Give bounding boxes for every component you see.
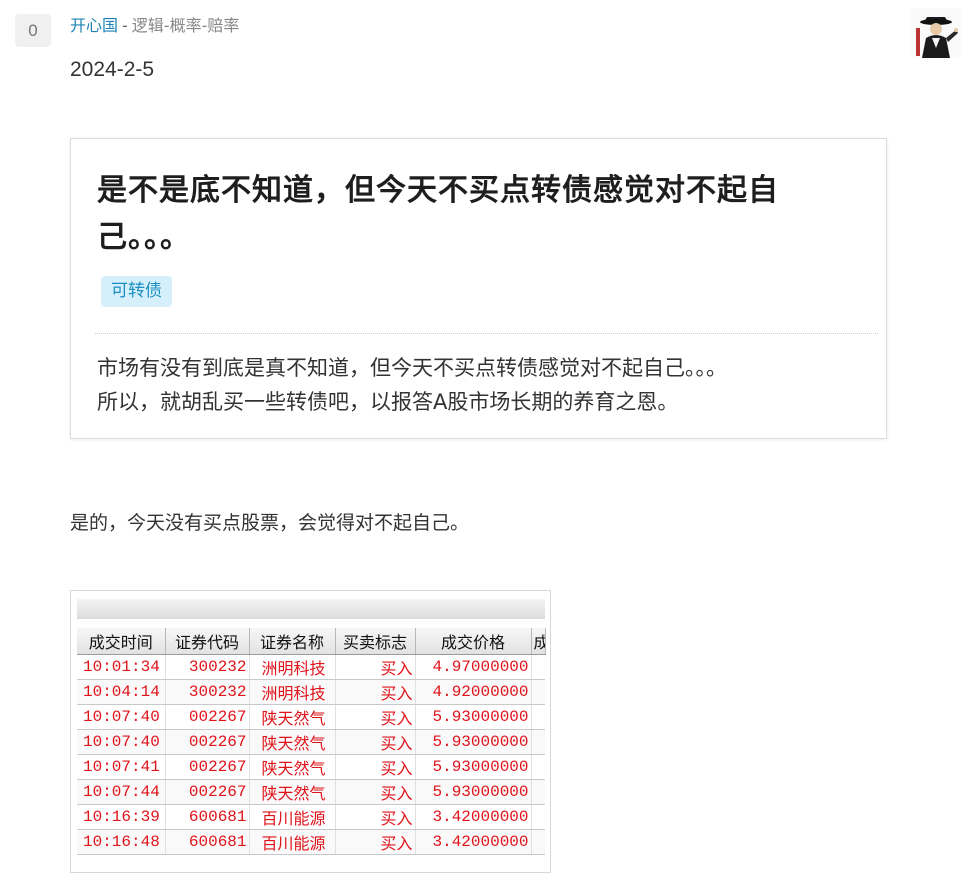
cell-name: 陕天然气 [249, 779, 336, 805]
avatar-image-icon [910, 8, 962, 58]
category-link[interactable]: 逻辑-概率-赔率 [132, 16, 240, 35]
cell-side: 买入 [335, 729, 416, 755]
trade-table: 成交时间 证券代码 证券名称 买卖标志 成交价格 成 10:01:34 3002… [77, 628, 546, 855]
cell-price: 5.93000000 [415, 779, 532, 805]
cell-time: 10:16:39 [77, 804, 166, 830]
cell-extra [531, 654, 545, 680]
cell-code: 300232 [165, 654, 250, 680]
tag-convertible-bond[interactable]: 可转债 [101, 276, 172, 307]
trade-screenshot[interactable]: 成交时间 证券代码 证券名称 买卖标志 成交价格 成 10:01:34 3002… [70, 590, 551, 873]
cell-side: 买入 [335, 654, 416, 680]
cell-side: 买入 [335, 829, 416, 855]
cell-extra [531, 729, 545, 755]
post-date: 2024-2-5 [70, 58, 155, 81]
quoted-post-excerpt: 市场有没有到底是真不知道，但今天不买点转债感觉对不起自己。。。 所以，就胡乱买一… [97, 351, 877, 419]
cell-price: 3.42000000 [415, 804, 532, 830]
column-header-side[interactable]: 买卖标志 [335, 628, 416, 655]
author-link[interactable]: 开心国 [70, 16, 118, 35]
cell-side: 买入 [335, 779, 416, 805]
vote-count-button[interactable]: 0 [15, 14, 51, 47]
quoted-post-title[interactable]: 是不是底不知道，但今天不买点转债感觉对不起自己。。。 [97, 167, 857, 261]
cell-time: 10:01:34 [77, 654, 166, 680]
screenshot-toolbar [77, 599, 545, 619]
cell-side: 买入 [335, 679, 416, 705]
column-header-extra[interactable]: 成 [531, 628, 546, 655]
cell-extra [531, 829, 545, 855]
excerpt-line: 市场有没有到底是真不知道，但今天不买点转债感觉对不起自己。。。 [97, 356, 727, 380]
cell-time: 10:16:48 [77, 829, 166, 855]
cell-price: 5.93000000 [415, 729, 532, 755]
column-header-price[interactable]: 成交价格 [415, 628, 532, 655]
cell-code: 300232 [165, 679, 250, 705]
cell-time: 10:07:41 [77, 754, 166, 780]
table-row[interactable]: 10:04:14 300232 洲明科技 买入 4.92000000 [77, 679, 545, 705]
cell-side: 买入 [335, 754, 416, 780]
table-row[interactable]: 10:07:40 002267 陕天然气 买入 5.93000000 [77, 729, 545, 755]
cell-time: 10:07:40 [77, 704, 166, 730]
table-row[interactable]: 10:16:39 600681 百川能源 买入 3.42000000 [77, 804, 545, 830]
cell-time: 10:07:40 [77, 729, 166, 755]
cell-name: 陕天然气 [249, 729, 336, 755]
cell-price: 5.93000000 [415, 704, 532, 730]
cell-name: 洲明科技 [249, 654, 336, 680]
cell-extra [531, 779, 545, 805]
cell-price: 4.92000000 [415, 679, 532, 705]
cell-code: 002267 [165, 754, 250, 780]
cell-price: 4.97000000 [415, 654, 532, 680]
cell-time: 10:04:14 [77, 679, 166, 705]
quoted-post-card[interactable]: 是不是底不知道，但今天不买点转债感觉对不起自己。。。 可转债 市场有没有到底是真… [70, 138, 887, 439]
cell-extra [531, 804, 545, 830]
cell-side: 买入 [335, 804, 416, 830]
table-row[interactable]: 10:07:40 002267 陕天然气 买入 5.93000000 [77, 704, 545, 730]
reply-text: 是的，今天没有买点股票，会觉得对不起自己。 [70, 512, 470, 534]
cell-time: 10:07:44 [77, 779, 166, 805]
cell-code: 600681 [165, 804, 250, 830]
cell-name: 陕天然气 [249, 754, 336, 780]
excerpt-line: 所以，就胡乱买一些转债吧，以报答A股市场长期的养育之恩。 [97, 390, 679, 414]
cell-code: 002267 [165, 779, 250, 805]
table-row[interactable]: 10:16:48 600681 百川能源 买入 3.42000000 [77, 829, 545, 855]
cell-extra [531, 679, 545, 705]
table-row[interactable]: 10:01:34 300232 洲明科技 买入 4.97000000 [77, 654, 545, 680]
header-separator: - [122, 16, 128, 35]
cell-name: 陕天然气 [249, 704, 336, 730]
post-header: 开心国 - 逻辑-概率-赔率 [70, 15, 239, 37]
cell-side: 买入 [335, 704, 416, 730]
column-header-time[interactable]: 成交时间 [77, 628, 166, 655]
cell-extra [531, 704, 545, 730]
cell-price: 3.42000000 [415, 829, 532, 855]
table-header-row: 成交时间 证券代码 证券名称 买卖标志 成交价格 成 [77, 628, 546, 655]
table-row[interactable]: 10:07:41 002267 陕天然气 买入 5.93000000 [77, 754, 545, 780]
cell-code: 002267 [165, 729, 250, 755]
cell-name: 百川能源 [249, 829, 336, 855]
table-row[interactable]: 10:07:44 002267 陕天然气 买入 5.93000000 [77, 779, 545, 805]
cell-code: 002267 [165, 704, 250, 730]
cell-extra [531, 754, 545, 780]
cell-name: 百川能源 [249, 804, 336, 830]
column-header-name[interactable]: 证券名称 [249, 628, 336, 655]
cell-name: 洲明科技 [249, 679, 336, 705]
cell-price: 5.93000000 [415, 754, 532, 780]
cell-code: 600681 [165, 829, 250, 855]
card-divider [95, 333, 878, 334]
avatar[interactable] [910, 8, 962, 58]
column-header-code[interactable]: 证券代码 [165, 628, 250, 655]
